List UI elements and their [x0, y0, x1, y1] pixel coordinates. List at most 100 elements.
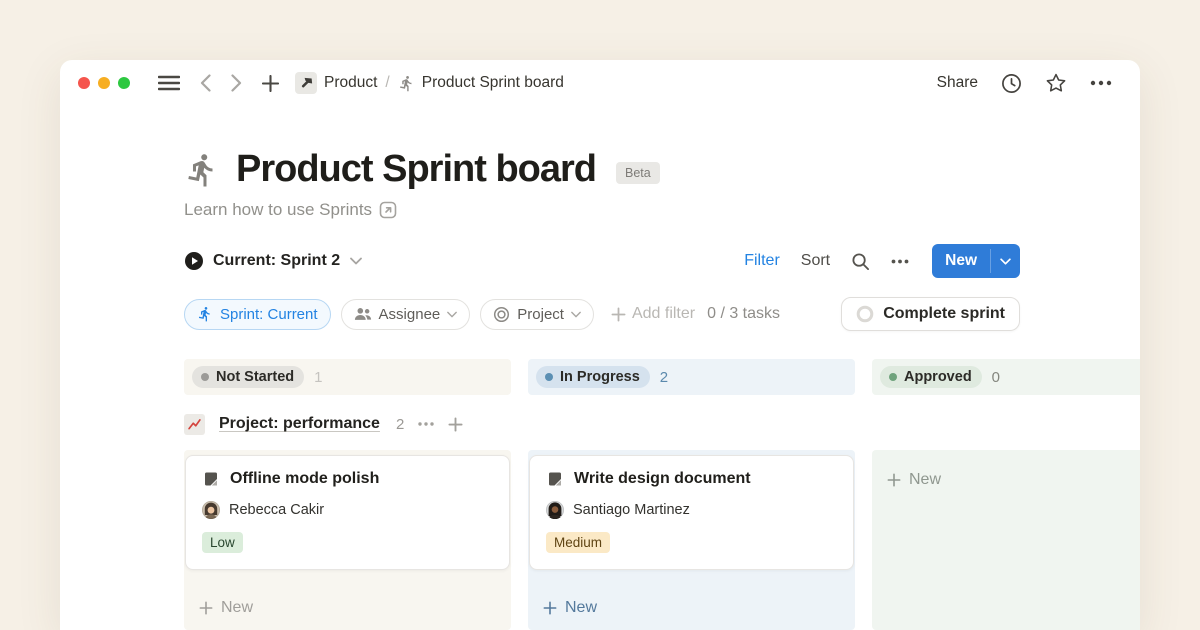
- add-card-button[interactable]: New: [529, 591, 854, 625]
- avatar: [546, 501, 564, 519]
- new-page-icon[interactable]: [262, 75, 279, 92]
- breadcrumb-current[interactable]: Product Sprint board: [422, 74, 564, 92]
- add-card-label: New: [565, 599, 597, 617]
- avatar: [202, 501, 220, 519]
- people-icon: [354, 306, 372, 322]
- chevron-down-icon: [350, 257, 362, 265]
- new-button-label[interactable]: New: [932, 244, 990, 278]
- group-add-icon[interactable]: [448, 417, 463, 432]
- search-icon[interactable]: [851, 252, 870, 271]
- status-dot: [889, 373, 897, 381]
- group-count: 2: [396, 416, 404, 433]
- add-filter-button[interactable]: Add filter: [611, 305, 695, 323]
- page-icon: [546, 470, 564, 488]
- kanban-board: Not Started 1 In Progress 2 Approved 0 P…: [184, 359, 1140, 630]
- assignee-chip-label: Assignee: [379, 306, 441, 323]
- back-icon[interactable]: [200, 74, 211, 92]
- card-title[interactable]: Write design document: [574, 470, 751, 488]
- sprint-board-title-icon: [184, 152, 220, 188]
- view-toolbar: Current: Sprint 2 Filter Sort New: [60, 244, 1140, 278]
- chevron-down-icon: [447, 311, 457, 318]
- column-approved: New: [872, 450, 1140, 630]
- breadcrumb: Product / Product Sprint board: [295, 72, 564, 94]
- status-dot: [201, 373, 209, 381]
- help-link[interactable]: Learn how to use Sprints: [60, 200, 1140, 220]
- breadcrumb-separator: /: [385, 74, 389, 92]
- help-link-label[interactable]: Learn how to use Sprints: [184, 200, 372, 220]
- target-icon: [493, 306, 510, 323]
- favorite-star-icon[interactable]: [1045, 72, 1067, 94]
- titlebar: Product / Product Sprint board Share: [60, 60, 1140, 106]
- plus-icon: [611, 307, 626, 322]
- priority-tag: Low: [202, 532, 243, 553]
- sort-button[interactable]: Sort: [801, 252, 830, 270]
- column-header-not-started[interactable]: Not Started 1: [184, 359, 511, 395]
- column-name: In Progress: [560, 369, 640, 385]
- complete-sprint-button[interactable]: Complete sprint: [841, 297, 1020, 331]
- plus-icon: [887, 473, 901, 487]
- task-card[interactable]: Write design document Santiago Martinez …: [529, 455, 854, 570]
- group-options-icon[interactable]: [418, 422, 434, 426]
- column-headers: Not Started 1 In Progress 2 Approved 0: [184, 359, 1140, 395]
- external-link-icon: [379, 201, 397, 219]
- history-clock-icon[interactable]: [1001, 73, 1022, 94]
- filter-button[interactable]: Filter: [744, 252, 780, 270]
- column-count: 1: [314, 369, 322, 386]
- window-controls: [78, 77, 130, 89]
- chart-page-icon: [184, 414, 205, 435]
- column-count: 0: [992, 369, 1000, 386]
- group-row-project-performance: Project: performance 2: [184, 406, 1114, 442]
- card-assignee: Santiago Martinez: [573, 502, 690, 518]
- play-circle-icon: [184, 251, 204, 271]
- breadcrumb-root[interactable]: Product: [324, 74, 377, 92]
- status-dot: [545, 373, 553, 381]
- plus-icon: [543, 601, 557, 615]
- forward-icon[interactable]: [231, 74, 242, 92]
- minimize-window-button[interactable]: [98, 77, 110, 89]
- add-card-button[interactable]: New: [873, 463, 1140, 497]
- add-card-button[interactable]: New: [185, 591, 510, 625]
- project-chip-label: Project: [517, 306, 564, 323]
- column-header-in-progress[interactable]: In Progress 2: [528, 359, 855, 395]
- new-button[interactable]: New: [932, 244, 1020, 278]
- page-content: Product Sprint board Beta Learn how to u…: [60, 106, 1140, 630]
- column-count: 2: [660, 369, 668, 386]
- add-card-label: New: [221, 599, 253, 617]
- card-title[interactable]: Offline mode polish: [230, 470, 379, 488]
- sprint-view-selector[interactable]: Current: Sprint 2: [184, 251, 362, 271]
- sprint-board-icon: [398, 75, 415, 92]
- sprint-view-label: Current: Sprint 2: [213, 252, 340, 270]
- page-header: Product Sprint board Beta: [60, 148, 1140, 191]
- beta-badge: Beta: [616, 162, 660, 184]
- sidebar-menu-icon[interactable]: [158, 75, 180, 91]
- column-in-progress: Write design document Santiago Martinez …: [528, 450, 855, 630]
- page-title: Product Sprint board: [236, 148, 596, 191]
- close-window-button[interactable]: [78, 77, 90, 89]
- complete-sprint-label: Complete sprint: [883, 305, 1005, 323]
- assignee-filter-chip[interactable]: Assignee: [341, 299, 471, 330]
- new-button-caret-icon[interactable]: [991, 244, 1020, 278]
- column-not-started: Offline mode polish Rebecca Cakir Low Ne…: [184, 450, 511, 630]
- sprint-chip-label: Sprint: Current: [220, 306, 318, 323]
- task-card[interactable]: Offline mode polish Rebecca Cakir Low: [185, 455, 510, 570]
- plus-icon: [199, 601, 213, 615]
- column-header-approved[interactable]: Approved 0: [872, 359, 1140, 395]
- more-options-icon[interactable]: [1090, 80, 1112, 86]
- add-card-label: New: [909, 471, 941, 489]
- sprint-icon: [197, 306, 213, 322]
- sprint-filter-chip[interactable]: Sprint: Current: [184, 299, 331, 330]
- board-columns: Offline mode polish Rebecca Cakir Low Ne…: [184, 450, 1140, 630]
- add-filter-label: Add filter: [632, 305, 695, 323]
- share-button[interactable]: Share: [937, 74, 978, 92]
- zoom-window-button[interactable]: [118, 77, 130, 89]
- page-icon: [202, 470, 220, 488]
- group-label[interactable]: Project: performance: [219, 415, 380, 433]
- view-options-icon[interactable]: [891, 259, 909, 264]
- project-filter-chip[interactable]: Project: [480, 299, 594, 330]
- chevron-down-icon: [571, 311, 581, 318]
- priority-tag: Medium: [546, 532, 610, 553]
- product-page-icon[interactable]: [295, 72, 317, 94]
- progress-ring-icon: [856, 305, 874, 323]
- card-assignee: Rebecca Cakir: [229, 502, 324, 518]
- column-name: Approved: [904, 369, 972, 385]
